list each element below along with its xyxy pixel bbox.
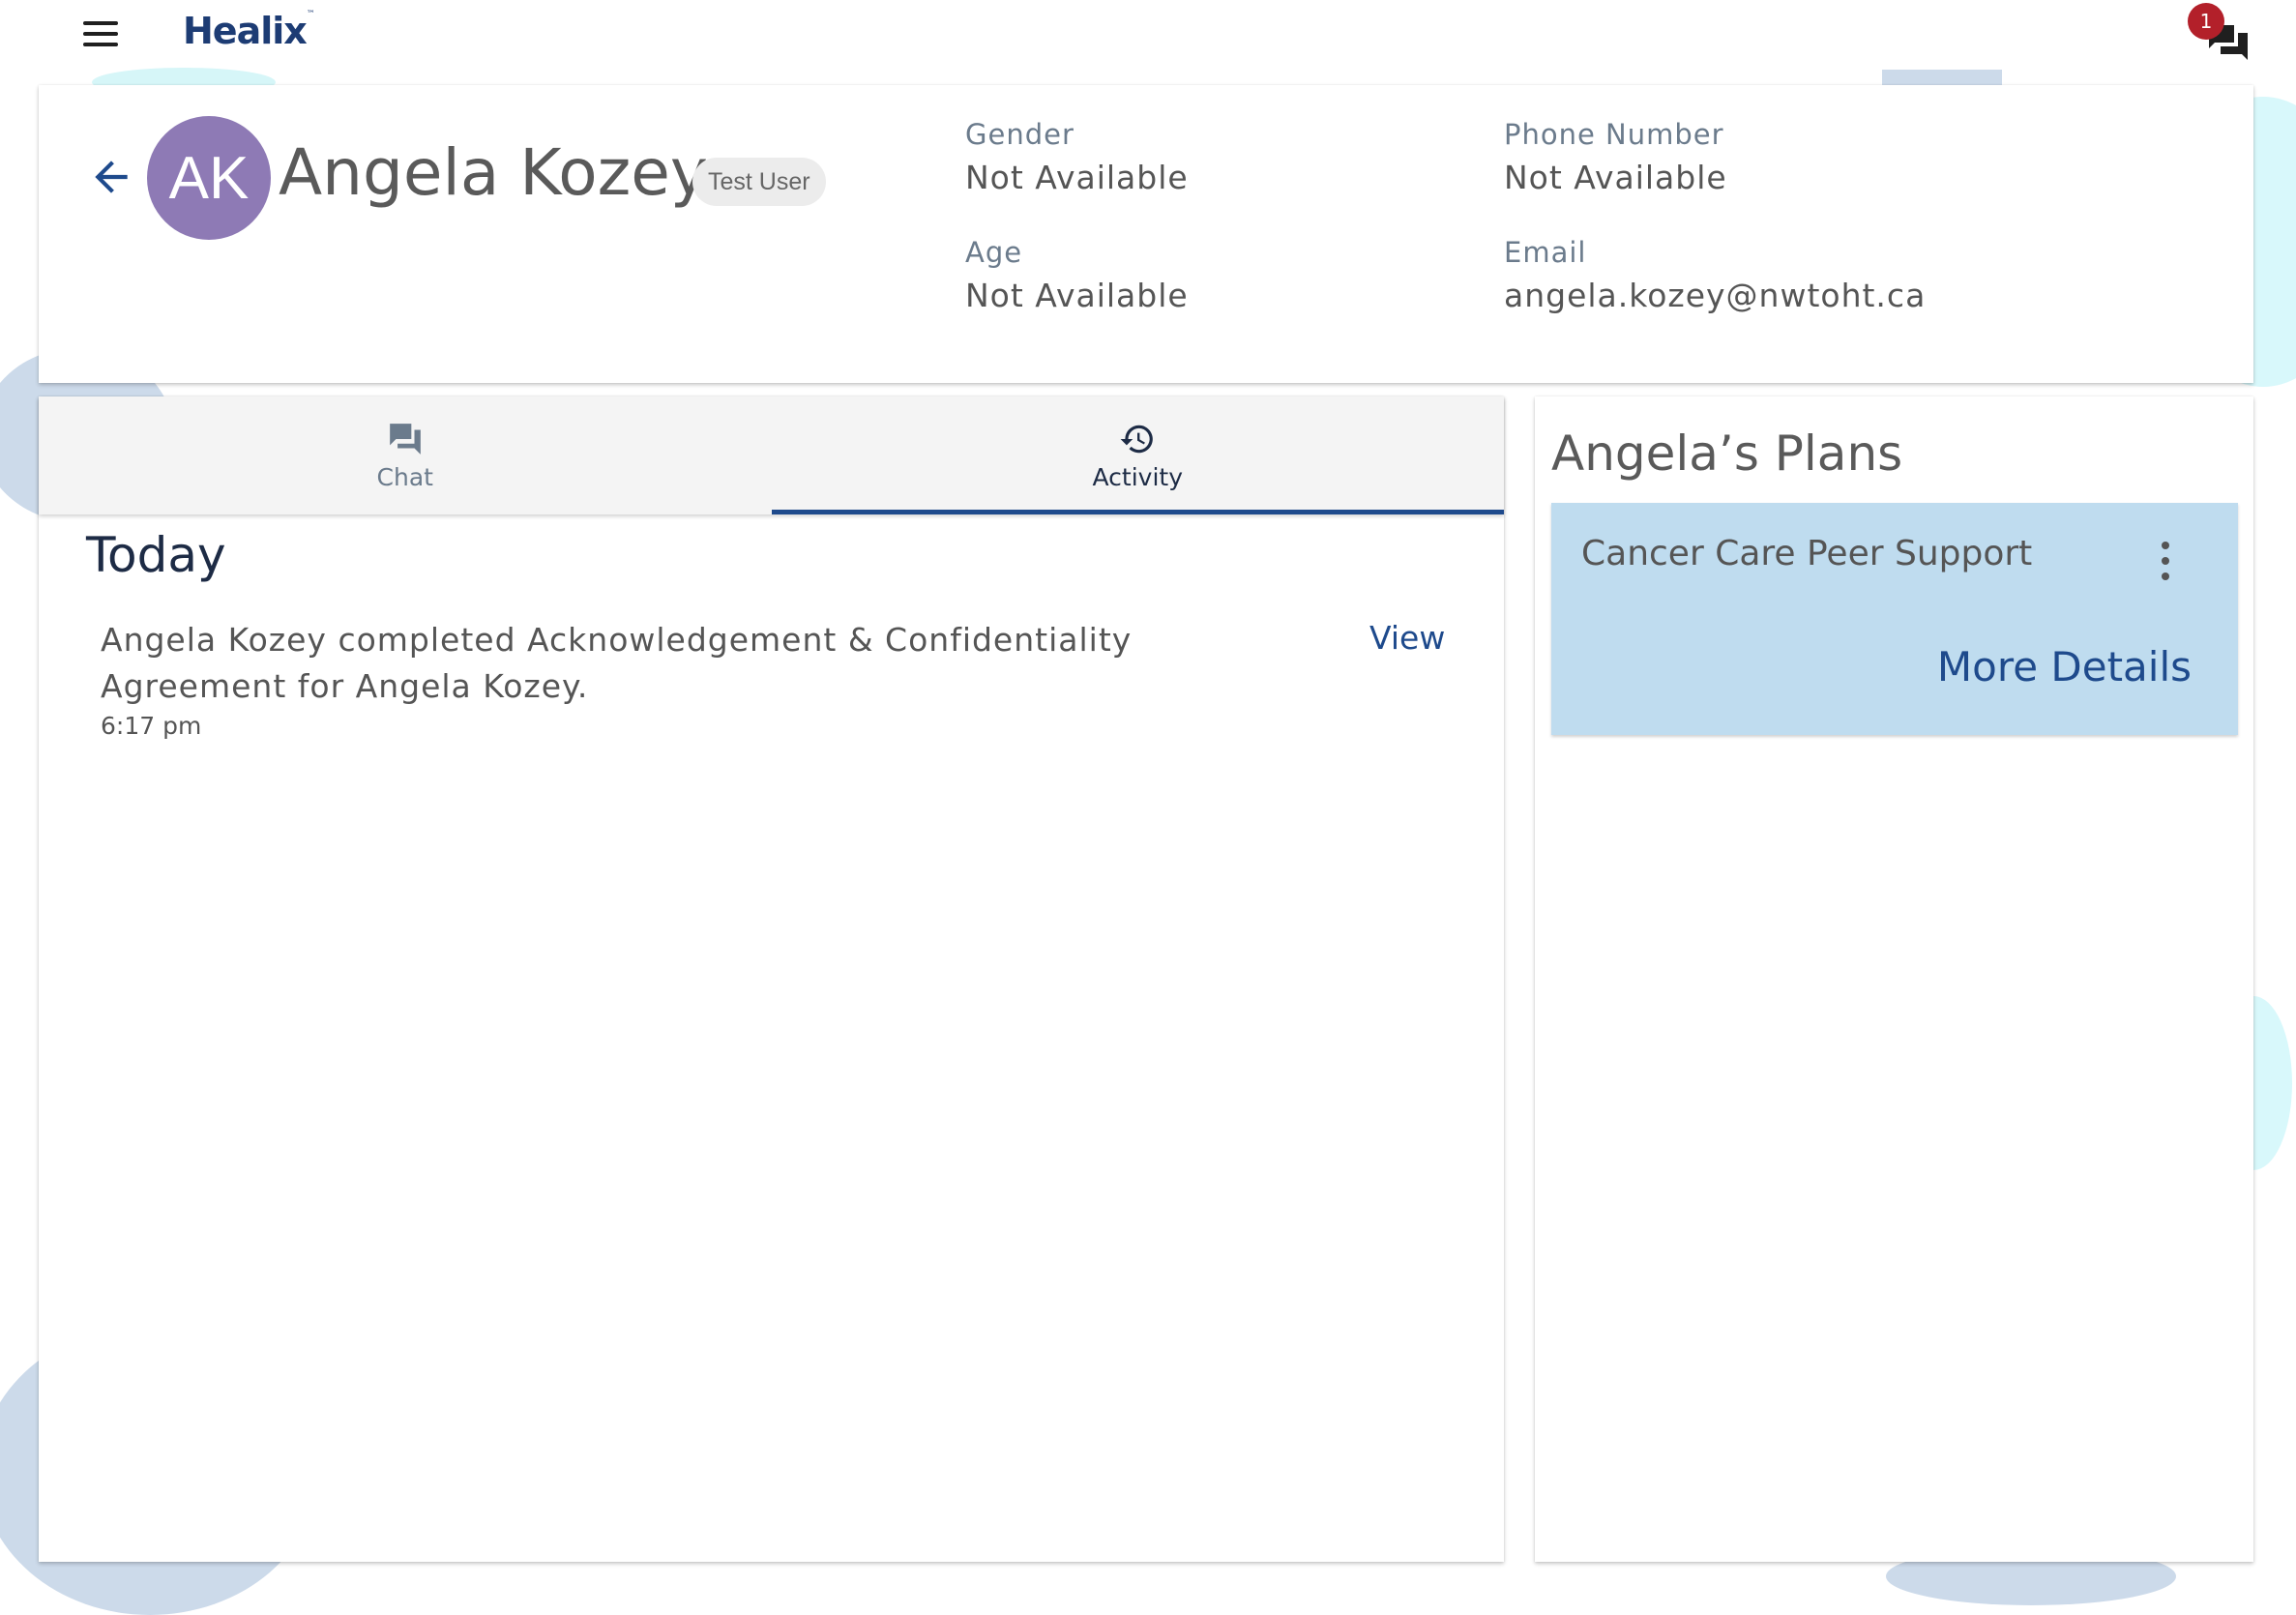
email-value[interactable]: angela.kozey@nwtoht.ca xyxy=(1504,277,1926,314)
notification-badge: 1 xyxy=(2188,3,2224,40)
profile-header-card: AK Angela Kozey Test User Gender Not Ava… xyxy=(39,85,2253,383)
hamburger-menu-button[interactable] xyxy=(79,17,122,50)
more-options-icon[interactable] xyxy=(2151,542,2180,580)
app-logo[interactable]: Healix™ xyxy=(183,10,315,52)
plan-name: Cancer Care Peer Support xyxy=(1581,534,2033,573)
more-details-link[interactable]: More Details xyxy=(1937,643,2192,690)
plan-card: Cancer Care Peer Support More Details xyxy=(1551,503,2238,735)
gender-value: Not Available xyxy=(965,159,1189,196)
tab-activity[interactable]: Activity xyxy=(771,396,1505,514)
back-arrow-icon[interactable] xyxy=(87,153,135,201)
logo-trademark: ™ xyxy=(306,10,315,19)
avatar: AK xyxy=(147,116,271,240)
test-user-chip: Test User xyxy=(692,158,826,206)
plans-title: Angela’s Plans xyxy=(1551,426,1903,482)
menu-icon-line xyxy=(83,43,118,46)
menu-icon-line xyxy=(83,32,118,36)
tab-chat[interactable]: Chat xyxy=(39,396,772,514)
tab-chat-label: Chat xyxy=(376,462,433,491)
gender-label: Gender xyxy=(965,118,1074,151)
logo-text: Healix xyxy=(183,10,308,52)
view-link[interactable]: View xyxy=(1369,619,1445,657)
top-app-bar: Healix™ 1 xyxy=(0,0,2296,66)
chat-icon xyxy=(389,423,421,455)
history-icon xyxy=(1120,425,1154,453)
user-name: Angela Kozey xyxy=(279,135,708,210)
menu-icon-line xyxy=(83,21,118,25)
activity-panel: Chat Activity Today Angela Kozey complet… xyxy=(39,396,1504,1562)
age-label: Age xyxy=(965,236,1023,269)
phone-label: Phone Number xyxy=(1504,118,1724,151)
activity-item-text: Angela Kozey completed Acknowledgement &… xyxy=(101,621,1133,705)
activity-item-time: 6:17 pm xyxy=(101,712,202,740)
plans-panel: Angela’s Plans Cancer Care Peer Support … xyxy=(1535,396,2253,1562)
email-label: Email xyxy=(1504,236,1587,269)
phone-value: Not Available xyxy=(1504,159,1727,196)
tab-bar: Chat Activity xyxy=(39,396,1504,514)
age-value: Not Available xyxy=(965,277,1189,314)
tab-activity-label: Activity xyxy=(1092,462,1184,491)
section-title-today: Today xyxy=(86,527,226,583)
